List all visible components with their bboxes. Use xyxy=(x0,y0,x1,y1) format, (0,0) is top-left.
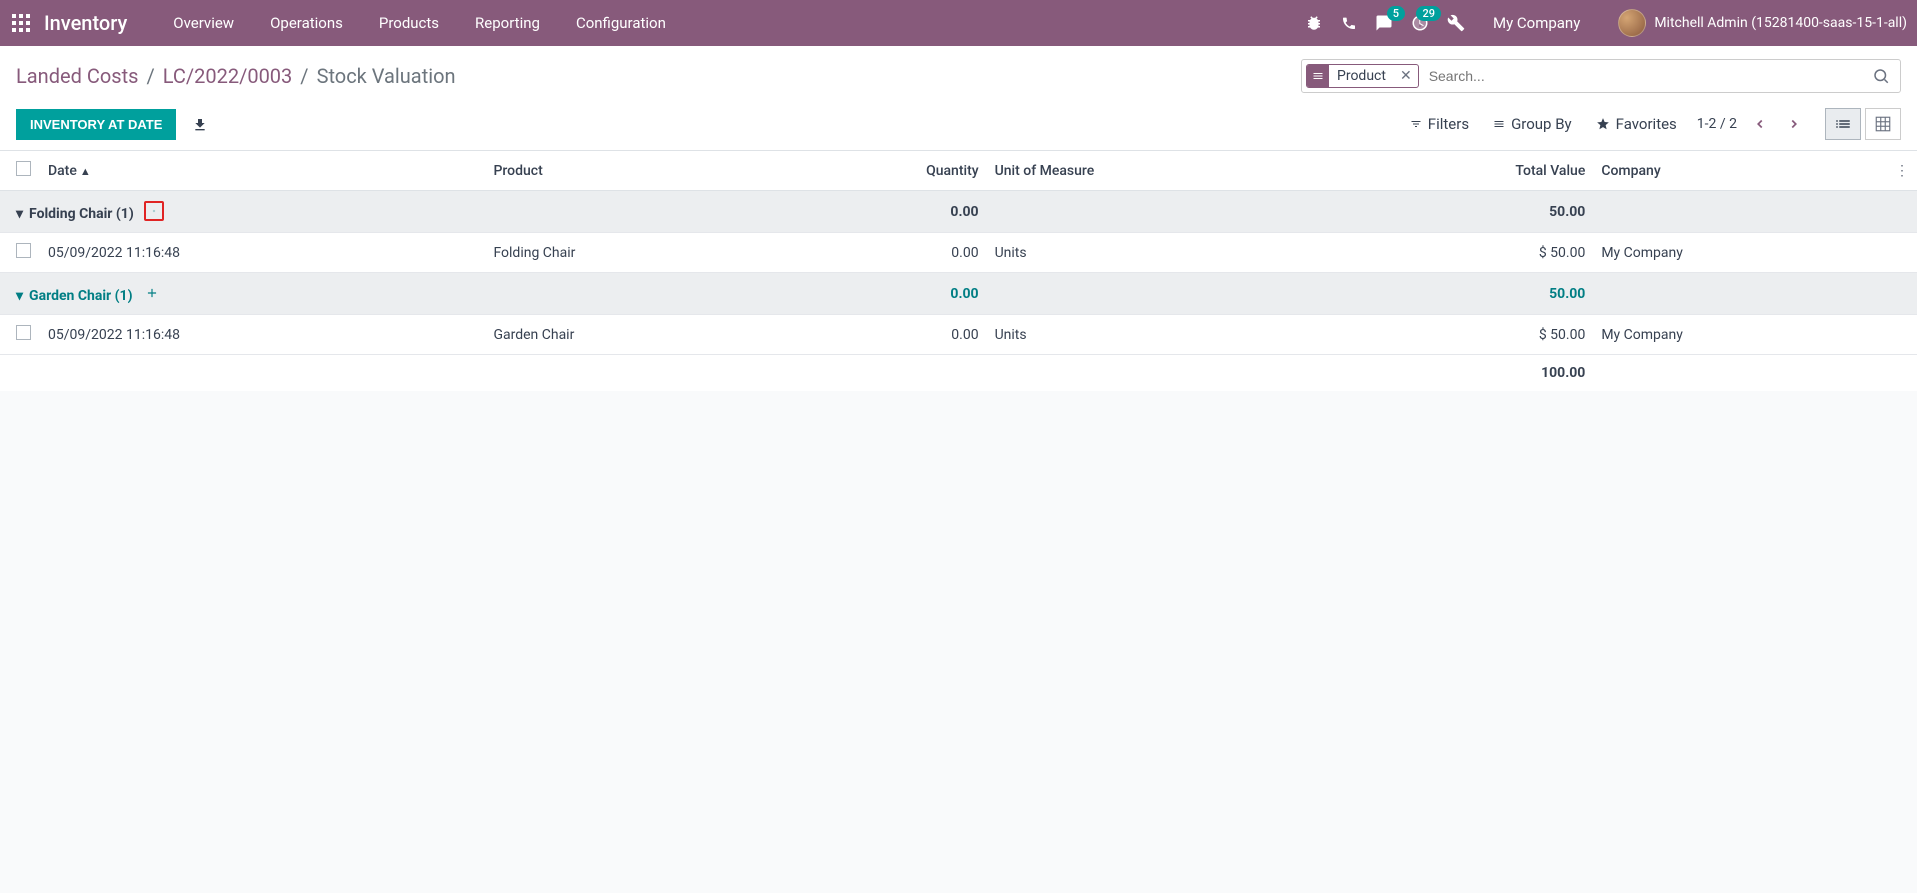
caret-down-icon[interactable]: ▾ xyxy=(16,206,23,222)
row-checkbox[interactable] xyxy=(16,243,31,258)
table-row[interactable]: 05/09/2022 11:16:48Folding Chair0.00Unit… xyxy=(0,233,1917,273)
control-panel: Landed Costs / LC/2022/0003 / Stock Valu… xyxy=(0,46,1917,151)
breadcrumb: Landed Costs / LC/2022/0003 / Stock Valu… xyxy=(16,64,456,88)
messages-badge: 5 xyxy=(1387,6,1405,21)
footer-row: 100.00 xyxy=(0,355,1917,392)
nav-overview[interactable]: Overview xyxy=(155,0,252,46)
grand-total: 100.00 xyxy=(1335,355,1594,392)
cell-date: 05/09/2022 11:16:48 xyxy=(40,315,485,355)
filters-dropdown[interactable]: Filters xyxy=(1410,115,1469,133)
cell-company: My Company xyxy=(1593,233,1887,273)
favorites-dropdown[interactable]: Favorites xyxy=(1596,115,1677,133)
cell-product: Garden Chair xyxy=(485,315,780,355)
table-row[interactable]: 05/09/2022 11:16:48Garden Chair0.00Units… xyxy=(0,315,1917,355)
group-row[interactable]: ▾ Garden Chair (1) 0.00 50.00 xyxy=(0,273,1917,315)
cell-quantity: 0.00 xyxy=(780,315,986,355)
col-date[interactable]: Date▲ xyxy=(40,151,485,191)
top-nav: Overview Operations Products Reporting C… xyxy=(155,0,684,46)
select-all-checkbox[interactable] xyxy=(16,161,31,176)
cell-uom: Units xyxy=(987,233,1335,273)
search-icon[interactable] xyxy=(1866,67,1896,85)
group-total-value: 50.00 xyxy=(1335,191,1594,233)
col-total-value[interactable]: Total Value xyxy=(1335,151,1594,191)
user-menu[interactable]: Mitchell Admin (15281400-saas-15-1-all) xyxy=(1618,9,1907,37)
view-pivot[interactable] xyxy=(1865,108,1901,140)
row-checkbox[interactable] xyxy=(16,325,31,340)
breadcrumb-lc[interactable]: LC/2022/0003 xyxy=(163,64,293,88)
list-table: Date▲ Product Quantity Unit of Measure T… xyxy=(0,151,1917,391)
nav-reporting[interactable]: Reporting xyxy=(457,0,558,46)
pager-prev[interactable] xyxy=(1749,112,1771,136)
col-product[interactable]: Product xyxy=(485,151,780,191)
pager-next[interactable] xyxy=(1783,112,1805,136)
app-brand[interactable]: Inventory xyxy=(44,11,127,35)
breadcrumb-current: Stock Valuation xyxy=(317,64,456,88)
cell-total-value: $ 50.00 xyxy=(1335,315,1594,355)
cell-quantity: 0.00 xyxy=(780,233,986,273)
search-options: Filters Group By Favorites xyxy=(1410,115,1677,133)
cell-total-value: $ 50.00 xyxy=(1335,233,1594,273)
messages-icon[interactable]: 5 xyxy=(1375,14,1393,32)
col-uom[interactable]: Unit of Measure xyxy=(987,151,1335,191)
group-total-value: 50.00 xyxy=(1335,273,1594,315)
search-input[interactable] xyxy=(1425,64,1866,88)
nav-configuration[interactable]: Configuration xyxy=(558,0,684,46)
view-list[interactable] xyxy=(1825,108,1861,140)
search-facet-product: Product ✕ xyxy=(1306,64,1419,88)
user-name: Mitchell Admin (15281400-saas-15-1-all) xyxy=(1654,15,1907,31)
group-quantity: 0.00 xyxy=(780,191,986,233)
cell-company: My Company xyxy=(1593,315,1887,355)
group-title: Garden Chair (1) xyxy=(29,288,132,304)
group-row[interactable]: ▾ Folding Chair (1) 0.00 50.00 xyxy=(0,191,1917,233)
systray: 5 29 My Company Mitchell Admin (15281400… xyxy=(1305,9,1907,37)
activities-badge: 29 xyxy=(1416,6,1441,21)
col-quantity[interactable]: Quantity xyxy=(780,151,986,191)
group-title: Folding Chair (1) xyxy=(29,206,134,222)
column-options-icon[interactable]: ⋮ xyxy=(1895,163,1909,179)
tools-icon[interactable] xyxy=(1447,14,1465,32)
groupby-dropdown[interactable]: Group By xyxy=(1493,115,1572,133)
search-bar[interactable]: Product ✕ xyxy=(1301,59,1901,93)
sort-asc-icon: ▲ xyxy=(80,165,91,178)
caret-down-icon[interactable]: ▾ xyxy=(16,288,23,304)
col-company[interactable]: Company xyxy=(1593,151,1887,191)
pager: 1-2 / 2 xyxy=(1697,112,1805,136)
group-quantity: 0.00 xyxy=(780,273,986,315)
group-add-icon[interactable] xyxy=(144,201,164,221)
cell-date: 05/09/2022 11:16:48 xyxy=(40,233,485,273)
inventory-at-date-button[interactable]: INVENTORY AT DATE xyxy=(16,109,176,140)
topbar: Inventory Overview Operations Products R… xyxy=(0,0,1917,46)
cell-product: Folding Chair xyxy=(485,233,780,273)
activities-icon[interactable]: 29 xyxy=(1411,14,1429,32)
view-switcher xyxy=(1825,108,1901,140)
breadcrumb-landed-costs[interactable]: Landed Costs xyxy=(16,64,138,88)
download-icon[interactable] xyxy=(192,115,208,134)
facet-remove[interactable]: ✕ xyxy=(1394,68,1418,84)
debug-icon[interactable] xyxy=(1305,14,1323,32)
nav-operations[interactable]: Operations xyxy=(252,0,361,46)
group-icon xyxy=(1307,65,1329,87)
avatar xyxy=(1618,9,1646,37)
phone-icon[interactable] xyxy=(1341,15,1357,31)
facet-label: Product xyxy=(1329,68,1394,84)
pager-range[interactable]: 1-2 / 2 xyxy=(1697,116,1737,132)
cell-uom: Units xyxy=(987,315,1335,355)
group-add-icon[interactable] xyxy=(142,283,162,303)
nav-products[interactable]: Products xyxy=(361,0,457,46)
apps-icon[interactable] xyxy=(10,12,32,34)
company-selector[interactable]: My Company xyxy=(1493,14,1580,32)
